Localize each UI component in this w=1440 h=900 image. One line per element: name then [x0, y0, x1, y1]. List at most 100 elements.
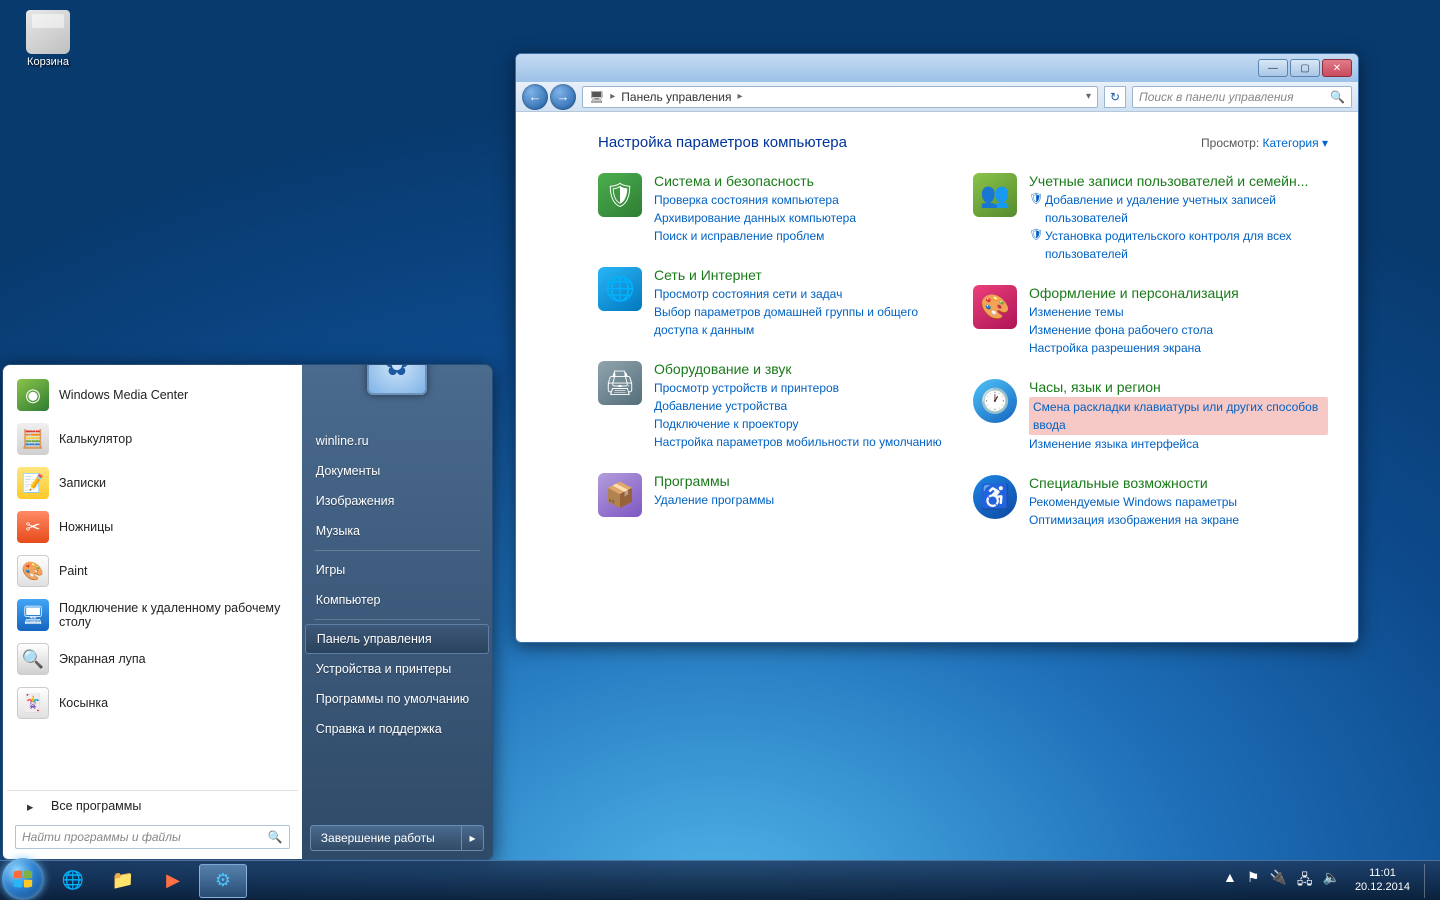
start-program-wmc[interactable]: ◉Windows Media Center — [7, 373, 298, 417]
start-program-notes[interactable]: 📝Записки — [7, 461, 298, 505]
start-program-calc[interactable]: 🧮 Калькулятор — [7, 417, 298, 461]
category-link[interactable]: Рекомендуемые Windows параметры — [1029, 493, 1239, 511]
tray-icon-1[interactable]: ⚑ — [1242, 869, 1265, 893]
category-prog: 📦ПрограммыУдаление программы — [598, 473, 953, 517]
category-title[interactable]: Сеть и Интернет — [654, 267, 953, 283]
start-place-item[interactable]: Устройства и принтеры — [302, 654, 492, 684]
category-ease: ♿Специальные возможностиРекомендуемые Wi… — [973, 475, 1328, 529]
tray-icon-3[interactable]: 🖧 — [1292, 869, 1318, 893]
separator — [314, 619, 480, 620]
start-program-paint[interactable]: 🎨Paint — [7, 549, 298, 593]
category-title[interactable]: Часы, язык и регион — [1029, 379, 1328, 395]
category-link[interactable]: Удаление программы — [654, 491, 774, 509]
start-place-item[interactable]: Игры — [302, 555, 492, 585]
category-link[interactable]: Добавление и удаление учетных записей по… — [1029, 191, 1328, 227]
start-place-item[interactable]: Изображения — [302, 486, 492, 516]
category-link[interactable]: Оптимизация изображения на экране — [1029, 511, 1239, 529]
page-title: Настройка параметров компьютера — [598, 134, 847, 151]
category-title[interactable]: Система и безопасность — [654, 173, 856, 189]
category-title[interactable]: Оборудование и звук — [654, 361, 942, 377]
program-label: Косынка — [59, 696, 108, 710]
category-link[interactable]: Установка родительского контроля для все… — [1029, 227, 1328, 263]
start-program-sol[interactable]: 🃏Косынка — [7, 681, 298, 725]
breadcrumb-dropdown[interactable]: ▾ — [1086, 91, 1091, 102]
minimize-button[interactable]: — — [1258, 59, 1288, 77]
program-label: Экранная лупа — [59, 652, 146, 666]
recycle-bin[interactable]: Корзина — [18, 10, 78, 68]
start-place-item[interactable]: Музыка — [302, 516, 492, 546]
ie-icon[interactable]: 🌐 — [49, 864, 97, 898]
category-link[interactable]: Изменение темы — [1029, 303, 1239, 321]
program-label: Ножницы — [59, 520, 113, 534]
show-desktop-button[interactable] — [1424, 864, 1436, 898]
start-menu-programs-pane: ◉Windows Media Center 🧮 Калькулятор 📝Записк… — [3, 365, 302, 859]
category-link[interactable]: Добавление устройства — [654, 397, 942, 415]
calc-icon: 🧮 — [17, 423, 49, 455]
start-place-item[interactable]: Программы по умолчанию — [302, 684, 492, 714]
start-search-input[interactable]: Найти программы и файлы 🔍 — [15, 825, 290, 849]
hw-icon: 🖨 — [598, 361, 642, 405]
category-link[interactable]: Изменение фона рабочего стола — [1029, 321, 1239, 339]
sys-icon: 🛡 — [598, 173, 642, 217]
category-link[interactable]: Настройка параметров мобильности по умол… — [654, 433, 942, 451]
window-titlebar[interactable]: — ▢ ✕ — [516, 54, 1358, 82]
category-pers: 🎨Оформление и персонализацияИзменение те… — [973, 285, 1328, 357]
tray-icon-4[interactable]: 🔈 — [1318, 869, 1345, 893]
tray-icon-0[interactable]: ▲ — [1218, 869, 1242, 893]
start-menu-places-pane: ✿ winline.ru ДокументыИзображенияМузыка И… — [302, 365, 492, 859]
category-link[interactable]: Выбор параметров домашней группы и общег… — [654, 303, 953, 339]
view-selector: Просмотр: Категория ▾ — [1201, 136, 1328, 150]
category-title[interactable]: Специальные возможности — [1029, 475, 1239, 491]
program-label: Windows Media Center — [59, 388, 188, 402]
program-label: Paint — [59, 564, 88, 578]
program-label: Калькулятор — [59, 432, 132, 446]
all-programs[interactable]: Все программы — [7, 790, 298, 821]
category-link[interactable]: Настройка разрешения экрана — [1029, 339, 1239, 357]
start-program-rdp[interactable]: 🖥Подключение к удаленному рабочему столу — [7, 593, 298, 637]
category-link[interactable]: Подключение к проектору — [654, 415, 942, 433]
category-link[interactable]: Архивирование данных компьютера — [654, 209, 856, 227]
start-button[interactable] — [2, 858, 44, 900]
system-tray: ▲⚑🔌🖧🔈 11:01 20.12.2014 — [1218, 861, 1440, 900]
wmp-icon[interactable]: ▶ — [149, 864, 197, 898]
category-clock: 🕐 Часы, язык и регион Смена раскладки клав… — [973, 379, 1328, 453]
search-icon: 🔍 — [268, 830, 283, 844]
category-title[interactable]: Программы — [654, 473, 774, 489]
control-panel-task[interactable]: ⚙ — [199, 864, 247, 898]
start-place-item[interactable]: Панель управления — [305, 624, 489, 654]
search-input[interactable]: Поиск в панели управления 🔍 — [1132, 86, 1352, 108]
start-user-name[interactable]: winline.ru — [302, 426, 492, 456]
category-link[interactable]: Смена раскладки клавиатуры или других сп… — [1029, 397, 1328, 435]
category-link[interactable]: Поиск и исправление проблем — [654, 227, 856, 245]
shutdown-options-arrow[interactable]: ▸ — [461, 826, 483, 850]
clock-icon: 🕐 — [973, 379, 1017, 423]
control-panel-body: Настройка параметров компьютера Просмотр… — [516, 112, 1358, 642]
start-program-mag[interactable]: 🔍Экранная лупа — [7, 637, 298, 681]
nav-forward-button[interactable]: → — [550, 84, 576, 110]
close-button[interactable]: ✕ — [1322, 59, 1352, 77]
category-link[interactable]: Изменение языка интерфейса — [1029, 435, 1328, 453]
taskbar-clock[interactable]: 11:01 20.12.2014 — [1345, 867, 1420, 895]
view-dropdown[interactable]: Категория ▾ — [1263, 136, 1328, 150]
category-link[interactable]: Проверка состояния компьютера — [654, 191, 856, 209]
nav-back-button[interactable]: ← — [522, 84, 548, 110]
start-place-item[interactable]: Компьютер — [302, 585, 492, 615]
recycle-bin-icon — [26, 10, 70, 54]
start-place-item[interactable]: Документы — [302, 456, 492, 486]
breadcrumb[interactable]: 🖥 ▸ Панель управления ▸ ▾ — [582, 86, 1098, 108]
refresh-button[interactable]: ↻ — [1104, 86, 1126, 108]
notes-icon: 📝 — [17, 467, 49, 499]
start-program-snip[interactable]: ✂Ножницы — [7, 505, 298, 549]
user-avatar[interactable]: ✿ — [367, 364, 427, 395]
shutdown-button[interactable]: Завершение работы ▸ — [310, 825, 484, 851]
category-title[interactable]: Оформление и персонализация — [1029, 285, 1239, 301]
category-title[interactable]: Учетные записи пользователей и семейн... — [1029, 173, 1328, 189]
start-menu: ◉Windows Media Center 🧮 Калькулятор 📝Записк… — [2, 364, 493, 860]
tray-icon-2[interactable]: 🔌 — [1264, 869, 1291, 893]
breadcrumb-item[interactable]: Панель управления — [621, 90, 731, 104]
maximize-button[interactable]: ▢ — [1290, 59, 1320, 77]
category-link[interactable]: Просмотр устройств и принтеров — [654, 379, 942, 397]
explorer-icon[interactable]: 📁 — [99, 864, 147, 898]
start-place-item[interactable]: Справка и поддержка — [302, 714, 492, 744]
category-link[interactable]: Просмотр состояния сети и задач — [654, 285, 953, 303]
